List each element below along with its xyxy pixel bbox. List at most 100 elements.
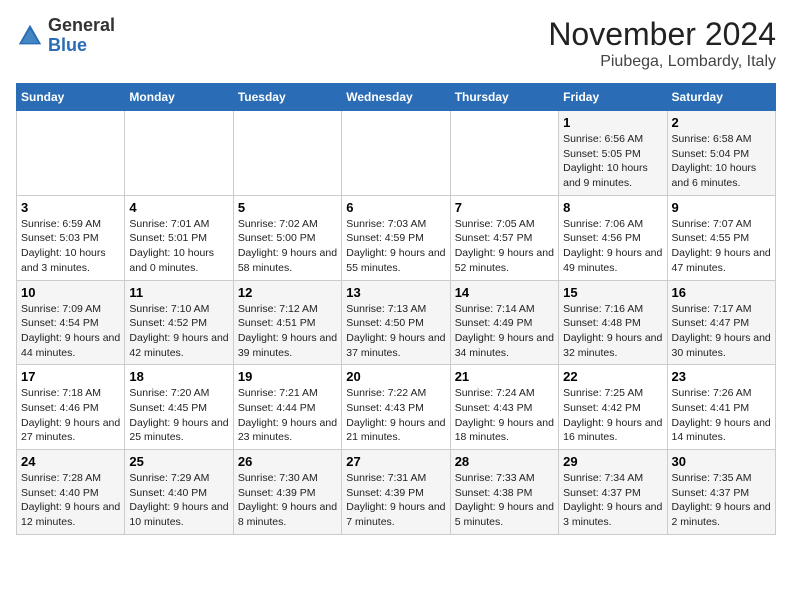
calendar-cell: 23 Sunrise: 7:26 AM Sunset: 4:41 PM Dayli… <box>667 365 775 450</box>
calendar-cell <box>450 111 558 196</box>
calendar-cell: 2Sunrise: 6:58 AM Sunset: 5:04 PM Daylig… <box>667 111 775 196</box>
day-info: Sunrise: 7:03 AM Sunset: 4:59 PM Dayligh… <box>346 217 445 276</box>
day-number: 19 <box>238 369 337 384</box>
day-info: Sunrise: 6:58 AM Sunset: 5:04 PM Dayligh… <box>672 132 771 191</box>
day-info: Sunrise: 7:09 AM Sunset: 4:54 PM Dayligh… <box>21 302 120 361</box>
calendar-cell: 9Sunrise: 7:07 AM Sunset: 4:55 PM Daylig… <box>667 195 775 280</box>
day-number: 11 <box>129 285 228 300</box>
day-header-monday: Monday <box>125 84 233 111</box>
day-number: 6 <box>346 200 445 215</box>
day-info: Sunrise: 7:35 AM Sunset: 4:37 PM Dayligh… <box>672 471 771 530</box>
calendar-cell <box>17 111 125 196</box>
day-number: 20 <box>346 369 445 384</box>
calendar-cell: 15 Sunrise: 7:16 AM Sunset: 4:48 PM Dayli… <box>559 280 667 365</box>
day-number: 16 <box>672 285 771 300</box>
day-info: Sunrise: 7:06 AM Sunset: 4:56 PM Dayligh… <box>563 217 662 276</box>
calendar-cell <box>233 111 341 196</box>
day-number: 13 <box>346 285 445 300</box>
day-info: Sunrise: 7:16 AM Sunset: 4:48 PM Dayligh… <box>563 302 662 361</box>
day-number: 30 <box>672 454 771 469</box>
day-number: 1 <box>563 115 662 130</box>
day-info: Sunrise: 7:07 AM Sunset: 4:55 PM Dayligh… <box>672 217 771 276</box>
calendar-cell: 7 Sunrise: 7:05 AM Sunset: 4:57 PM Daylig… <box>450 195 558 280</box>
day-info: Sunrise: 7:12 AM Sunset: 4:51 PM Dayligh… <box>238 302 337 361</box>
day-header-thursday: Thursday <box>450 84 558 111</box>
day-header-sunday: Sunday <box>17 84 125 111</box>
day-info: Sunrise: 7:22 AM Sunset: 4:43 PM Dayligh… <box>346 386 445 445</box>
title-block: November 2024 Piubega, Lombardy, Italy <box>548 16 776 71</box>
calendar-week-1: 1 Sunrise: 6:56 AM Sunset: 5:05 PM Daylig… <box>17 111 776 196</box>
calendar-header-row: SundayMondayTuesdayWednesdayThursdayFrid… <box>17 84 776 111</box>
calendar-week-3: 10 Sunrise: 7:09 AM Sunset: 4:54 PM Dayli… <box>17 280 776 365</box>
day-info: Sunrise: 7:25 AM Sunset: 4:42 PM Dayligh… <box>563 386 662 445</box>
day-info: Sunrise: 7:30 AM Sunset: 4:39 PM Dayligh… <box>238 471 337 530</box>
day-number: 27 <box>346 454 445 469</box>
calendar-cell: 8 Sunrise: 7:06 AM Sunset: 4:56 PM Daylig… <box>559 195 667 280</box>
calendar-week-5: 24 Sunrise: 7:28 AM Sunset: 4:40 PM Dayli… <box>17 450 776 535</box>
day-number: 4 <box>129 200 228 215</box>
day-number: 18 <box>129 369 228 384</box>
calendar-week-4: 17 Sunrise: 7:18 AM Sunset: 4:46 PM Dayli… <box>17 365 776 450</box>
day-number: 15 <box>563 285 662 300</box>
calendar-table: SundayMondayTuesdayWednesdayThursdayFrid… <box>16 83 776 535</box>
logo: General Blue <box>16 16 115 56</box>
day-info: Sunrise: 7:33 AM Sunset: 4:38 PM Dayligh… <box>455 471 554 530</box>
day-info: Sunrise: 7:17 AM Sunset: 4:47 PM Dayligh… <box>672 302 771 361</box>
day-info: Sunrise: 7:26 AM Sunset: 4:41 PM Dayligh… <box>672 386 771 445</box>
calendar-cell <box>342 111 450 196</box>
day-number: 17 <box>21 369 120 384</box>
logo-icon <box>16 22 44 50</box>
calendar-cell: 3 Sunrise: 6:59 AM Sunset: 5:03 PM Daylig… <box>17 195 125 280</box>
calendar-cell: 19Sunrise: 7:21 AM Sunset: 4:44 PM Dayli… <box>233 365 341 450</box>
day-info: Sunrise: 7:31 AM Sunset: 4:39 PM Dayligh… <box>346 471 445 530</box>
day-header-friday: Friday <box>559 84 667 111</box>
calendar-cell <box>125 111 233 196</box>
day-info: Sunrise: 7:18 AM Sunset: 4:46 PM Dayligh… <box>21 386 120 445</box>
calendar-cell: 26Sunrise: 7:30 AM Sunset: 4:39 PM Dayli… <box>233 450 341 535</box>
day-header-tuesday: Tuesday <box>233 84 341 111</box>
day-number: 5 <box>238 200 337 215</box>
calendar-cell: 20 Sunrise: 7:22 AM Sunset: 4:43 PM Dayli… <box>342 365 450 450</box>
calendar-cell: 4 Sunrise: 7:01 AM Sunset: 5:01 PM Daylig… <box>125 195 233 280</box>
calendar-cell: 14Sunrise: 7:14 AM Sunset: 4:49 PM Dayli… <box>450 280 558 365</box>
day-number: 8 <box>563 200 662 215</box>
month-title: November 2024 <box>548 16 776 53</box>
calendar-cell: 17 Sunrise: 7:18 AM Sunset: 4:46 PM Dayli… <box>17 365 125 450</box>
day-number: 25 <box>129 454 228 469</box>
calendar-cell: 18Sunrise: 7:20 AM Sunset: 4:45 PM Dayli… <box>125 365 233 450</box>
calendar-cell: 5 Sunrise: 7:02 AM Sunset: 5:00 PM Daylig… <box>233 195 341 280</box>
location-text: Piubega, Lombardy, Italy <box>548 53 776 71</box>
day-number: 12 <box>238 285 337 300</box>
day-number: 23 <box>672 369 771 384</box>
day-number: 24 <box>21 454 120 469</box>
calendar-cell: 21Sunrise: 7:24 AM Sunset: 4:43 PM Dayli… <box>450 365 558 450</box>
calendar-cell: 16 Sunrise: 7:17 AM Sunset: 4:47 PM Dayli… <box>667 280 775 365</box>
day-info: Sunrise: 6:56 AM Sunset: 5:05 PM Dayligh… <box>563 132 662 191</box>
day-info: Sunrise: 7:05 AM Sunset: 4:57 PM Dayligh… <box>455 217 554 276</box>
calendar-week-2: 3 Sunrise: 6:59 AM Sunset: 5:03 PM Daylig… <box>17 195 776 280</box>
day-info: Sunrise: 7:01 AM Sunset: 5:01 PM Dayligh… <box>129 217 228 276</box>
day-number: 3 <box>21 200 120 215</box>
day-number: 29 <box>563 454 662 469</box>
day-number: 7 <box>455 200 554 215</box>
day-info: Sunrise: 7:28 AM Sunset: 4:40 PM Dayligh… <box>21 471 120 530</box>
calendar-cell: 27 Sunrise: 7:31 AM Sunset: 4:39 PM Dayli… <box>342 450 450 535</box>
day-info: Sunrise: 7:02 AM Sunset: 5:00 PM Dayligh… <box>238 217 337 276</box>
calendar-cell: 25Sunrise: 7:29 AM Sunset: 4:40 PM Dayli… <box>125 450 233 535</box>
logo-general-text: General <box>48 15 115 35</box>
day-info: Sunrise: 6:59 AM Sunset: 5:03 PM Dayligh… <box>21 217 120 276</box>
day-header-wednesday: Wednesday <box>342 84 450 111</box>
day-header-saturday: Saturday <box>667 84 775 111</box>
calendar-cell: 11Sunrise: 7:10 AM Sunset: 4:52 PM Dayli… <box>125 280 233 365</box>
calendar-cell: 22 Sunrise: 7:25 AM Sunset: 4:42 PM Dayli… <box>559 365 667 450</box>
day-number: 22 <box>563 369 662 384</box>
day-info: Sunrise: 7:14 AM Sunset: 4:49 PM Dayligh… <box>455 302 554 361</box>
day-number: 10 <box>21 285 120 300</box>
calendar-cell: 1 Sunrise: 6:56 AM Sunset: 5:05 PM Daylig… <box>559 111 667 196</box>
calendar-cell: 12 Sunrise: 7:12 AM Sunset: 4:51 PM Dayli… <box>233 280 341 365</box>
day-info: Sunrise: 7:13 AM Sunset: 4:50 PM Dayligh… <box>346 302 445 361</box>
calendar-cell: 28Sunrise: 7:33 AM Sunset: 4:38 PM Dayli… <box>450 450 558 535</box>
calendar-cell: 13 Sunrise: 7:13 AM Sunset: 4:50 PM Dayli… <box>342 280 450 365</box>
calendar-cell: 10 Sunrise: 7:09 AM Sunset: 4:54 PM Dayli… <box>17 280 125 365</box>
day-info: Sunrise: 7:34 AM Sunset: 4:37 PM Dayligh… <box>563 471 662 530</box>
